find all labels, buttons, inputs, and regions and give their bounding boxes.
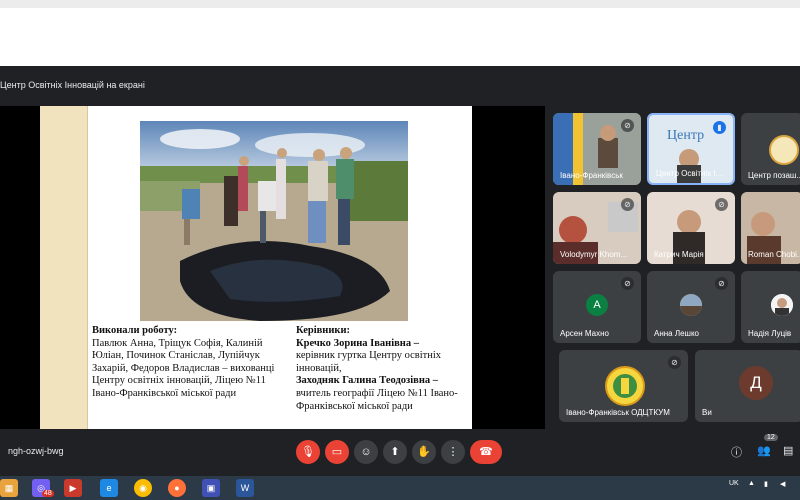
mic-off-icon: ⊘ — [621, 198, 634, 211]
people-icon[interactable]: 👥 — [757, 444, 771, 457]
supervisors-heading: Керівники: — [296, 325, 350, 336]
top-white-area — [0, 8, 800, 66]
slide-authors-block: Виконали роботу: Павлюк Анна, Тріщук Соф… — [92, 325, 288, 401]
participant-avatar — [680, 294, 702, 316]
more-options-button[interactable]: ⋮ — [441, 440, 465, 464]
self-avatar: Д — [739, 366, 773, 400]
camera-off-icon: ▭ — [331, 446, 343, 458]
participant-tile[interactable]: Roman Chobi... — [741, 192, 800, 264]
hangup-button[interactable]: ☎ — [470, 440, 502, 464]
tile-logo-text: Центр — [667, 128, 704, 143]
participant-tile[interactable]: ⊘ Івано-Франківськ ОДЦТКУМ — [559, 350, 688, 422]
chat-icon[interactable]: ▤ — [783, 444, 793, 457]
mic-off-icon: ⊘ — [621, 119, 634, 132]
participant-avatar: A — [586, 294, 608, 316]
participant-name: Арсен Махно — [560, 329, 609, 338]
info-icon[interactable]: ⓘ — [731, 444, 742, 460]
volume-icon[interactable]: ◀ — [780, 480, 785, 488]
presenting-title: Центр Освітніх Інновацій на екрані — [0, 80, 145, 90]
meeting-code: ngh-ozwj-bwg — [8, 446, 64, 456]
language-indicator[interactable]: UK — [729, 480, 739, 487]
word-icon[interactable]: W — [236, 479, 254, 497]
network-icon[interactable]: ▮ — [764, 480, 768, 488]
camera-toggle-button[interactable]: ▭ — [325, 440, 349, 464]
participant-tile[interactable]: ⊘ Катрич Марія — [647, 192, 735, 264]
participants-count-badge: 12 — [764, 434, 778, 441]
reactions-button[interactable]: ☺ — [354, 440, 378, 464]
speaking-icon: ▮ — [713, 121, 726, 134]
self-tile[interactable]: Д Ви — [695, 350, 800, 422]
organization-logo-icon — [769, 135, 799, 165]
emoji-icon: ☺ — [360, 446, 372, 458]
chrome-icon[interactable]: ◉ — [134, 479, 152, 497]
participant-name: Івано-Франківськ — [560, 171, 623, 180]
participant-tile[interactable]: Центр позаш... — [741, 113, 800, 185]
raise-hand-button[interactable]: ✋ — [412, 440, 436, 464]
firefox-icon[interactable]: ● — [168, 479, 186, 497]
media-player-icon[interactable]: ▶ — [64, 479, 82, 497]
participant-name: Volodymyr Khom... — [560, 250, 628, 259]
slide-photo — [140, 121, 408, 321]
supervisor-1-name: Кречко Зорина Іванівна – — [296, 337, 419, 349]
mic-off-icon: ⊘ — [715, 198, 728, 211]
present-button[interactable]: ⬆ — [383, 440, 407, 464]
supervisor-2-name: Заходняк Галина Теодозівна – — [296, 375, 439, 387]
internet-explorer-icon[interactable]: e — [100, 479, 118, 497]
participant-name: Roman Chobi... — [748, 250, 800, 259]
authors-body: Павлюк Анна, Тріщук Софія, Калиній Юліан… — [92, 337, 275, 399]
browser-top-strip — [0, 0, 800, 8]
organization-logo-icon — [605, 366, 645, 406]
mic-off-icon: ⊘ — [621, 277, 634, 290]
file-explorer-icon[interactable]: ▦ — [0, 479, 18, 497]
mic-toggle-button[interactable]: 🎙 — [296, 440, 320, 464]
os-taskbar — [0, 476, 800, 500]
mic-off-icon: 🎙 — [301, 446, 315, 458]
viber-badge: 48 — [42, 490, 54, 497]
participant-avatar — [771, 294, 793, 316]
participant-tile[interactable]: ⊘ Івано-Франківськ — [553, 113, 641, 185]
participant-name: Надія Луців — [748, 329, 792, 338]
participant-name: Центр позаш... — [748, 171, 800, 180]
tray-arrow-icon[interactable]: ▲ — [748, 480, 755, 487]
more-icon: ⋮ — [447, 446, 459, 458]
supervisor-2-role: вчитель географії Ліцею №11 Івано-Франкі… — [296, 387, 458, 412]
participant-name: Катрич Марія — [654, 250, 704, 259]
mic-off-icon: ⊘ — [715, 277, 728, 290]
slide-decor-strip — [40, 106, 88, 429]
hangup-icon: ☎ — [479, 446, 493, 458]
participant-tile-active[interactable]: Центр ▮ Центр Освітніх І... — [647, 113, 735, 185]
present-icon: ⬆ — [390, 446, 400, 458]
slide-supervisors-block: Керівники: Кречко Зорина Іванівна – кері… — [296, 325, 466, 413]
mic-off-icon: ⊘ — [668, 356, 681, 369]
participant-name: Анна Лешко — [654, 329, 699, 338]
participant-tile[interactable]: Надія Луців — [741, 271, 800, 343]
supervisor-1-role: керівник гуртка Центру освітніх інноваці… — [296, 350, 442, 374]
participant-tile[interactable]: ⊘ Анна Лешко — [647, 271, 735, 343]
participant-tile[interactable]: A ⊘ Арсен Махно — [553, 271, 641, 343]
save-disk-icon[interactable]: ▣ — [202, 479, 220, 497]
participant-name: Івано-Франківськ ОДЦТКУМ — [566, 408, 670, 417]
authors-heading: Виконали роботу: — [92, 325, 178, 336]
hand-icon: ✋ — [417, 446, 431, 458]
participant-tile[interactable]: ⊘ Volodymyr Khom... — [553, 192, 641, 264]
participant-name: Центр Освітніх І... — [656, 169, 723, 178]
participant-name: Ви — [702, 408, 712, 417]
